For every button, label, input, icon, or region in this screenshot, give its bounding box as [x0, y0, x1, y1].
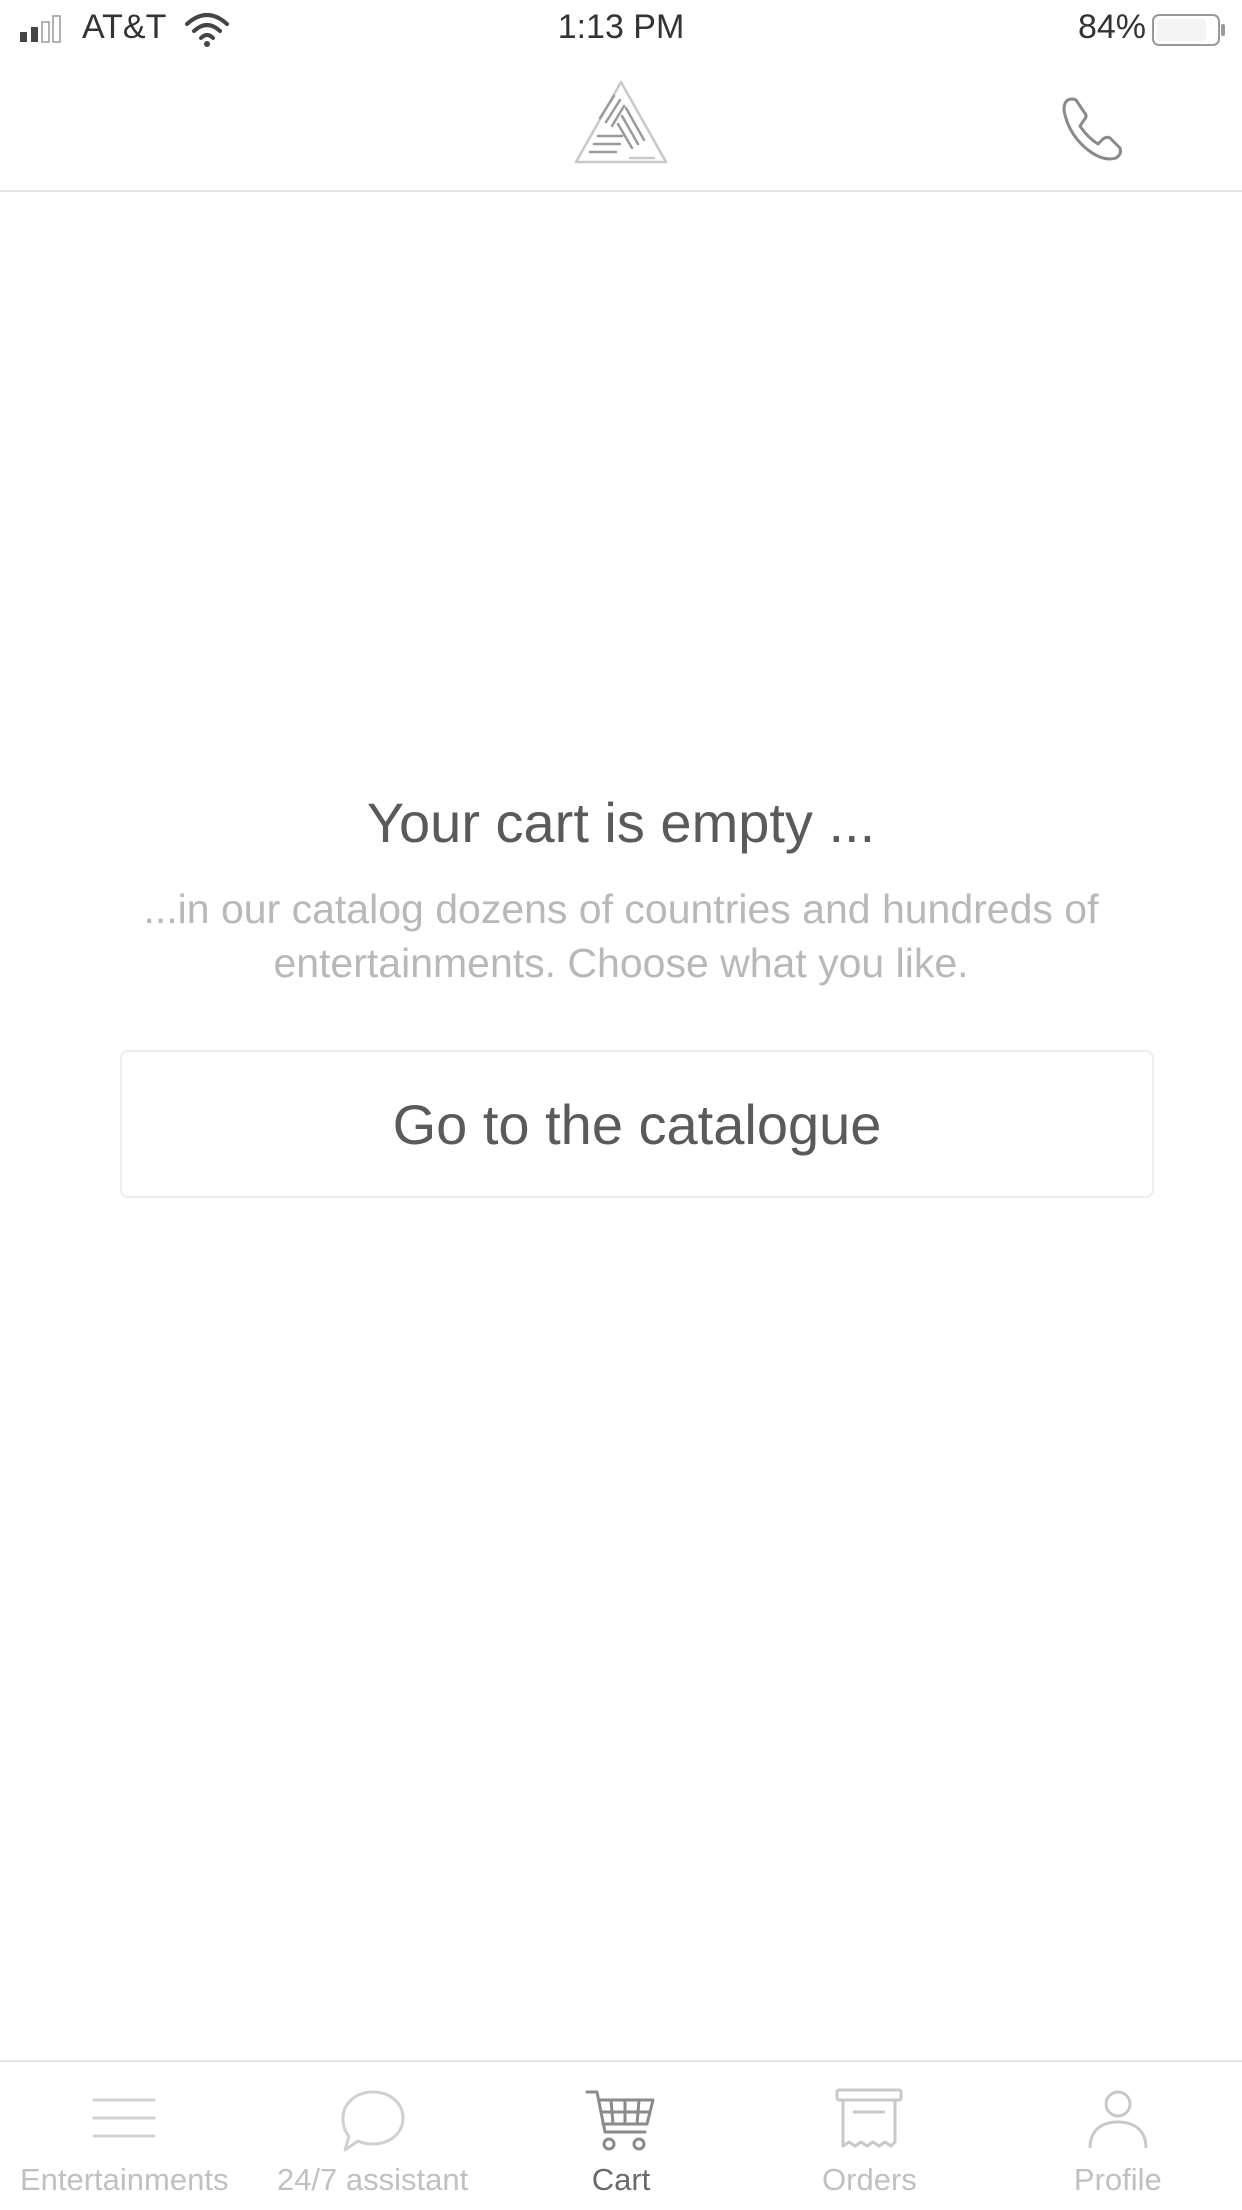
tab-label-orders: Orders: [822, 2162, 917, 2197]
empty-cart-title: Your cart is empty ...: [366, 791, 876, 854]
empty-cart-subtitle: ...in our catalog dozens of countries an…: [143, 886, 1099, 986]
chat-bubble-icon: [341, 2090, 405, 2152]
receipt-icon: [835, 2088, 903, 2148]
tab-label-assistant: 24/7 assistant: [276, 2162, 469, 2197]
battery-percent: 84%: [1077, 8, 1146, 46]
call-button[interactable]: [1054, 88, 1134, 168]
tab-assistant[interactable]: 24/7 assistant: [248, 2062, 496, 2210]
tab-bar: Entertainments 24/7 assistant Cart Order…: [0, 2060, 1242, 2210]
tab-entertainments[interactable]: Entertainments: [0, 2062, 248, 2210]
tab-label-entertainments: Entertainments: [19, 2162, 229, 2197]
status-time: 1:13 PM: [557, 8, 685, 46]
tab-orders[interactable]: Orders: [745, 2062, 993, 2210]
tab-profile[interactable]: Profile: [994, 2062, 1242, 2210]
hands-triangle-logo: [574, 80, 668, 164]
cart-icon: [585, 2090, 655, 2151]
go-to-catalogue-button[interactable]: Go to the catalogue: [120, 1050, 1154, 1198]
tab-label-profile: Profile: [1073, 2162, 1162, 2197]
tab-label-cart: Cart: [591, 2162, 651, 2197]
person-icon: [1088, 2090, 1148, 2149]
status-bar: AT&T 1:13 PM 84%: [0, 0, 1242, 60]
nav-bar: [0, 60, 1242, 192]
tab-cart[interactable]: Cart: [497, 2062, 745, 2210]
battery-icon: [1152, 14, 1225, 46]
phone-icon: [1062, 97, 1122, 161]
menu-lines-icon: [92, 2098, 156, 2138]
